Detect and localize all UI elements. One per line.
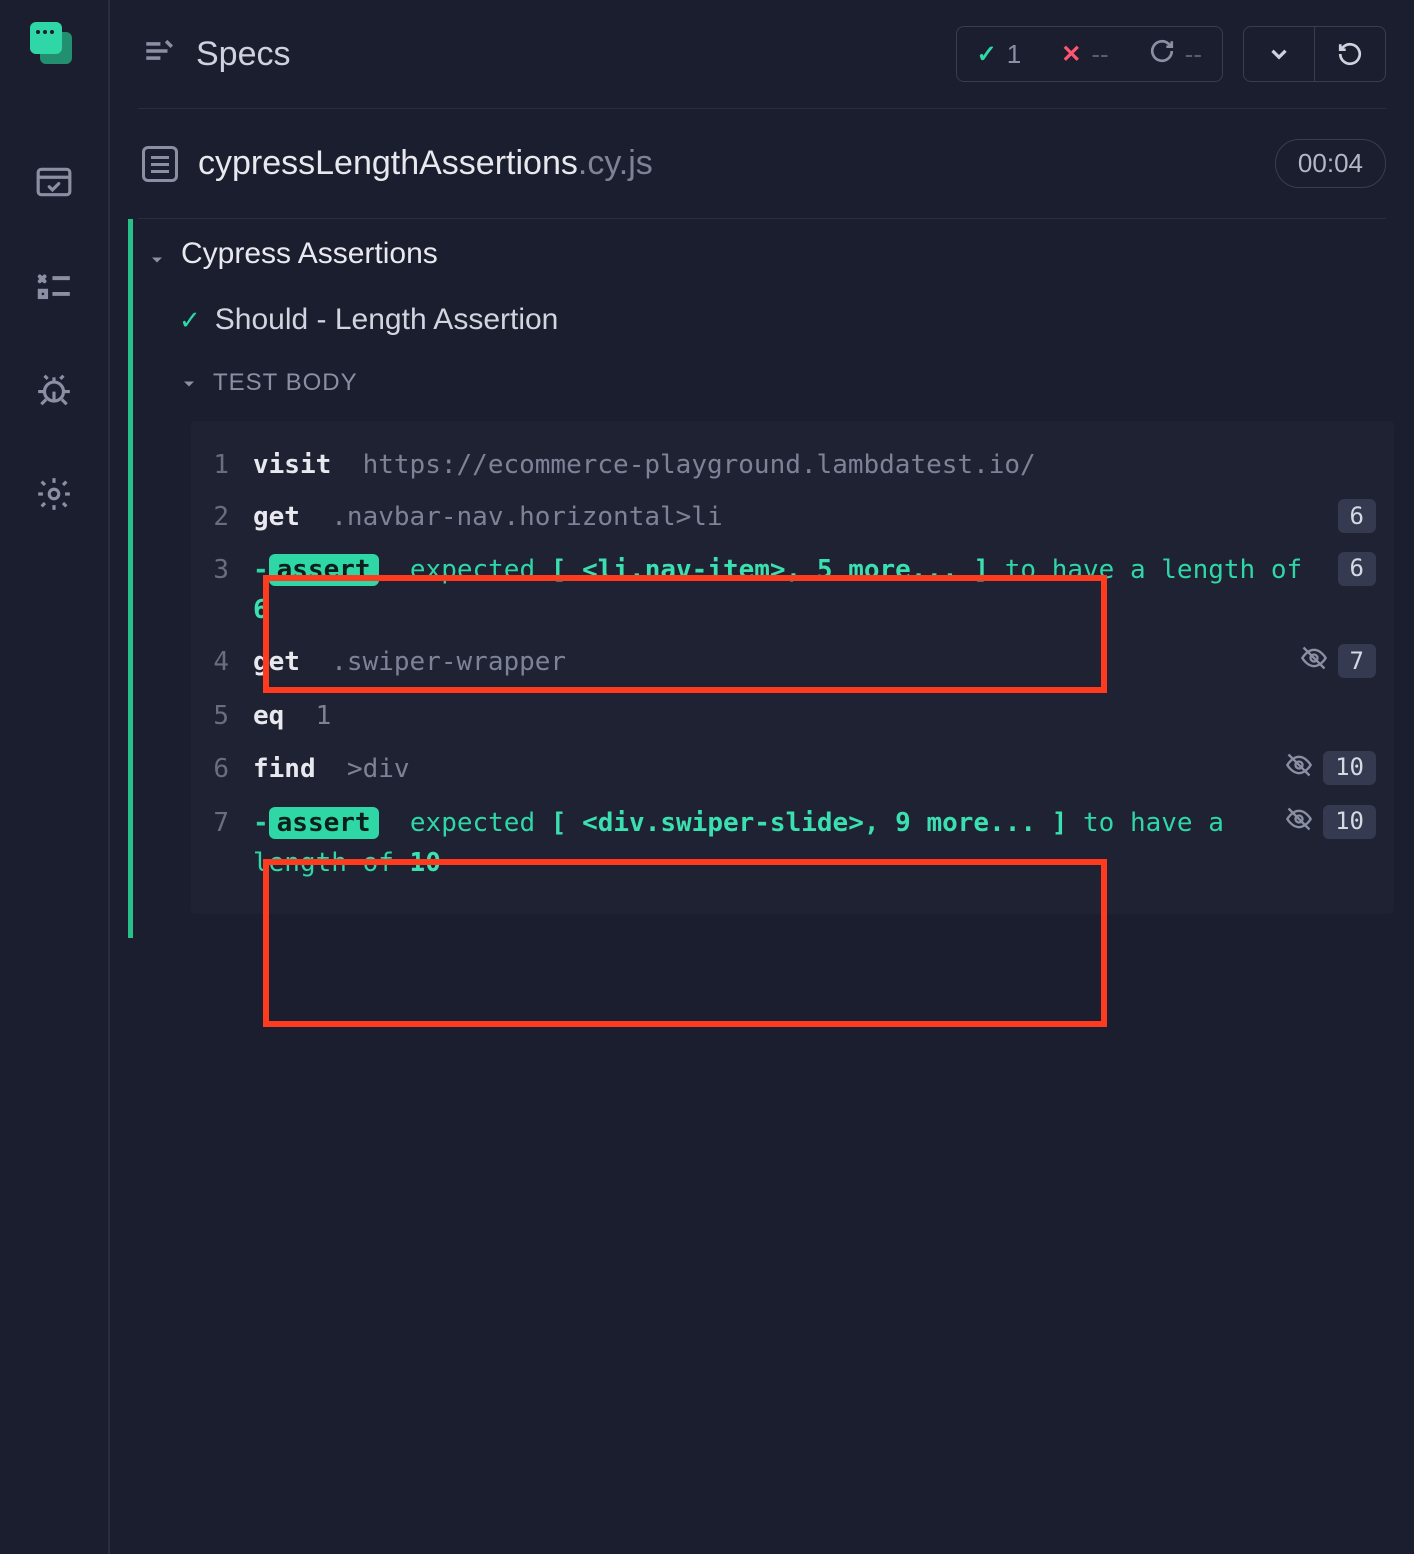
stats-group: ✓ 1 ✕ -- -- — [956, 26, 1223, 82]
collapse-button[interactable] — [1243, 26, 1315, 82]
command-row[interactable]: 3 -assert expected [ <li.nav-item>, 5 mo… — [191, 544, 1394, 637]
hidden-icon — [1285, 805, 1313, 845]
check-icon: ✓ — [977, 40, 997, 69]
chevron-down-icon — [179, 373, 199, 393]
stat-fail: ✕ -- — [1041, 27, 1128, 81]
stat-pass: ✓ 1 — [957, 27, 1042, 81]
gear-icon[interactable] — [32, 472, 76, 516]
count-badge: 10 — [1323, 805, 1376, 839]
hidden-icon — [1300, 644, 1328, 684]
file-name: cypressLengthAssertions — [198, 144, 578, 182]
list-icon[interactable] — [32, 264, 76, 308]
refresh-icon — [1149, 38, 1175, 71]
describe-row[interactable]: Cypress Assertions — [133, 219, 1414, 289]
sidebar — [0, 0, 110, 1554]
browser-icon[interactable] — [32, 160, 76, 204]
time-badge: 00:04 — [1275, 139, 1386, 188]
bug-icon[interactable] — [32, 368, 76, 412]
command-row[interactable]: 2 get .navbar-nav.horizontal>li 6 — [191, 491, 1394, 543]
count-badge: 6 — [1338, 499, 1376, 533]
command-row[interactable]: 6 find >div 10 — [191, 743, 1394, 797]
hidden-icon — [1285, 751, 1313, 791]
command-row[interactable]: 5 eq 1 — [191, 690, 1394, 742]
file-ext: .cy.js — [578, 144, 653, 182]
command-log: 1 visit https://ecommerce-playground.lam… — [191, 421, 1394, 914]
test-row[interactable]: ✓ Should - Length Assertion — [133, 289, 1414, 355]
reload-button[interactable] — [1315, 26, 1386, 82]
count-badge: 6 — [1338, 552, 1376, 586]
page-title: Specs — [196, 35, 291, 74]
stat-pending: -- — [1129, 27, 1222, 81]
file-header: cypressLengthAssertions.cy.js 00:04 — [110, 109, 1414, 218]
command-row[interactable]: 4 get .swiper-wrapper 7 — [191, 636, 1394, 690]
count-badge: 7 — [1338, 644, 1376, 678]
cypress-logo[interactable] — [30, 22, 78, 70]
chevron-down-icon — [147, 244, 167, 264]
test-body-toggle[interactable]: TEST BODY — [133, 355, 1414, 411]
check-icon: ✓ — [179, 305, 201, 336]
topbar: Specs ✓ 1 ✕ -- -- — [110, 0, 1414, 108]
document-icon — [142, 146, 178, 182]
x-icon: ✕ — [1061, 40, 1081, 69]
count-badge: 10 — [1323, 751, 1376, 785]
command-row[interactable]: 1 visit https://ecommerce-playground.lam… — [191, 439, 1394, 491]
specs-icon — [142, 34, 176, 74]
command-row[interactable]: 7 -assert expected [ <div.swiper-slide>,… — [191, 797, 1394, 890]
